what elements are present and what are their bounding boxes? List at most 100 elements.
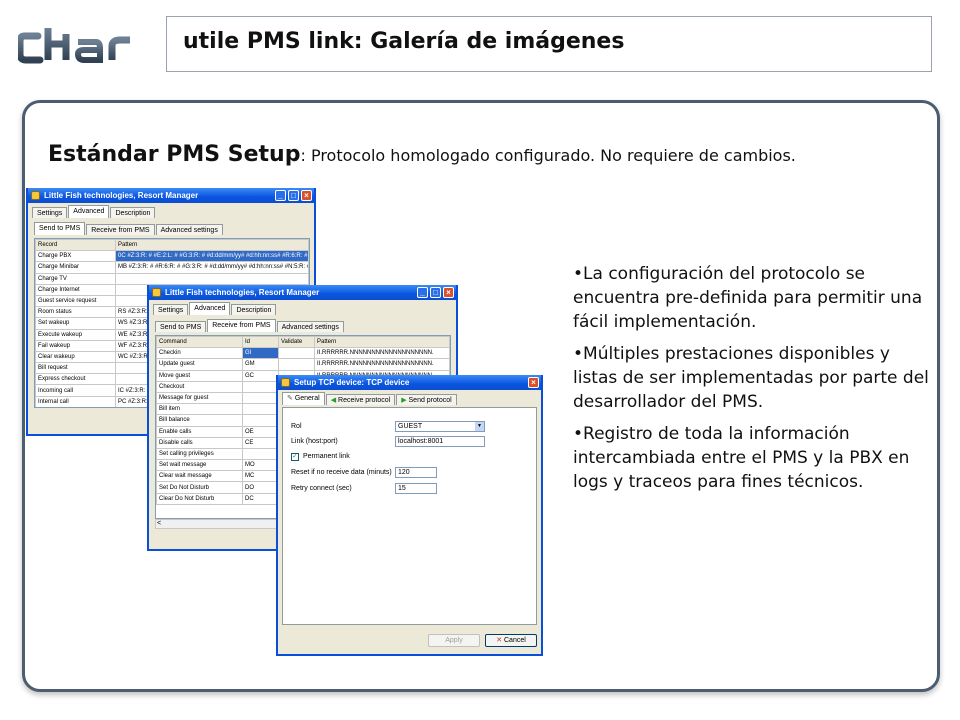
rol-value: GUEST bbox=[398, 423, 423, 430]
id-cell: OE bbox=[242, 425, 279, 438]
table-header: Command Id Validate Pattern bbox=[156, 336, 450, 349]
col-pattern[interactable]: Pattern bbox=[314, 336, 450, 349]
app-icon bbox=[31, 191, 40, 200]
cancel-button[interactable]: ✕ Cancel bbox=[485, 634, 537, 647]
permanent-link-label: Permanent link bbox=[303, 453, 350, 460]
reset-input[interactable]: 120 bbox=[395, 467, 437, 478]
pattern-cell: II.RRRRRR.NNNNNNNNNNNNNNNNNNN. bbox=[314, 347, 450, 360]
tab-advanced[interactable]: Advanced bbox=[189, 302, 231, 315]
bullet-item: •Registro de toda la información interca… bbox=[573, 424, 910, 492]
tab-send-to-pms[interactable]: Send to PMS bbox=[34, 222, 86, 235]
bullet-list: •La configuración del protocolo se encue… bbox=[573, 262, 929, 502]
close-icon[interactable]: × bbox=[301, 190, 312, 201]
record-cell: Charge TV bbox=[35, 272, 116, 285]
cancel-icon: ✕ bbox=[496, 637, 504, 644]
col-record[interactable]: Record bbox=[35, 239, 116, 252]
tab-general[interactable]: ✎ General bbox=[282, 392, 325, 405]
window-titlebar[interactable]: Setup TCP device: TCP device × bbox=[278, 375, 541, 390]
window-title: Setup TCP device: TCP device bbox=[294, 378, 410, 387]
tab-advanced-settings[interactable]: Advanced settings bbox=[276, 321, 344, 332]
table-row[interactable]: Charge PBX 0C #Z:3:R: # #E:2:L: # #G:3:R:… bbox=[35, 250, 309, 263]
col-validate[interactable]: Validate bbox=[278, 336, 315, 349]
window-titlebar[interactable]: Little Fish technologies, Resort Manager… bbox=[28, 188, 314, 203]
record-cell: Fail wakeup bbox=[35, 339, 116, 352]
table-row[interactable]: Update guest GM II.RRRRRR.NNNNNNNNNNNNNNNN… bbox=[156, 358, 450, 371]
table-row[interactable]: Checkin GI II.RRRRRR.NNNNNNNNNNNNNNNNNNN. bbox=[156, 347, 450, 360]
main-tabs: Settings Advanced Description bbox=[32, 205, 156, 220]
app-icon bbox=[281, 378, 290, 387]
command-cell: Clear wait message bbox=[156, 470, 243, 483]
tab-send-to-pms[interactable]: Send to PMS bbox=[155, 321, 207, 332]
tab-send-protocol[interactable]: ▶ Send protocol bbox=[396, 394, 457, 405]
window-title: Little Fish technologies, Resort Manager bbox=[165, 288, 320, 297]
command-cell: Bill item bbox=[156, 403, 243, 416]
record-cell: Express checkout bbox=[35, 373, 116, 386]
slide-title: utile PMS link: Galería de imágenes bbox=[183, 29, 625, 54]
rol-select[interactable]: GUEST ▼ bbox=[395, 421, 485, 432]
command-cell: Set calling privileges bbox=[156, 447, 243, 461]
id-cell bbox=[242, 380, 279, 393]
cancel-label: Cancel bbox=[504, 637, 526, 644]
minimize-icon[interactable]: _ bbox=[275, 190, 286, 201]
sub-tabs: Send to PMS Receive from PMS Advanced se… bbox=[155, 319, 345, 334]
col-command[interactable]: Command bbox=[156, 336, 243, 349]
pattern-cell: II.RRRRRR.NNNNNNNNNNNNNNNNNNN. bbox=[314, 358, 450, 371]
id-cell bbox=[242, 403, 279, 416]
sub-tabs: Send to PMS Receive from PMS Advanced se… bbox=[34, 222, 224, 237]
close-icon[interactable]: × bbox=[443, 287, 454, 298]
record-cell: Internal call bbox=[35, 395, 116, 407]
permanent-link-checkbox[interactable]: ✓ bbox=[291, 453, 299, 461]
record-cell: Set wakeup bbox=[35, 317, 116, 330]
tab-description[interactable]: Description bbox=[110, 207, 156, 218]
bullet-item: •Múltiples prestaciones disponibles y li… bbox=[573, 344, 929, 412]
id-cell bbox=[242, 414, 279, 427]
tab-settings[interactable]: Settings bbox=[153, 304, 189, 315]
command-cell: Disable calls bbox=[156, 436, 243, 449]
id-cell: CE bbox=[242, 436, 279, 449]
close-icon[interactable]: × bbox=[528, 377, 539, 388]
retry-input[interactable]: 15 bbox=[395, 483, 437, 494]
tab-receive-from-pms[interactable]: Receive from PMS bbox=[207, 319, 276, 332]
id-cell: DO bbox=[242, 481, 279, 494]
maximize-icon[interactable]: □ bbox=[288, 190, 299, 201]
command-cell: Message for guest bbox=[156, 391, 243, 405]
apply-button[interactable]: Apply bbox=[428, 634, 480, 647]
tab-advanced-settings[interactable]: Advanced settings bbox=[155, 224, 223, 235]
title-box: utile PMS link: Galería de imágenes bbox=[166, 16, 932, 72]
tab-settings[interactable]: Settings bbox=[32, 207, 68, 218]
tab-description[interactable]: Description bbox=[231, 304, 277, 315]
id-cell bbox=[242, 391, 279, 405]
pattern-cell bbox=[115, 272, 309, 285]
validate-cell bbox=[278, 358, 315, 371]
tab-receive-protocol[interactable]: ◀ Receive protocol bbox=[325, 394, 396, 405]
tab-advanced[interactable]: Advanced bbox=[68, 205, 110, 218]
record-cell: Incoming call bbox=[35, 384, 116, 397]
wrench-icon: ✎ bbox=[287, 395, 295, 402]
id-cell: GI bbox=[242, 347, 279, 360]
bullet-item: •La configuración del protocolo se encue… bbox=[573, 264, 923, 332]
tab-receive-from-pms[interactable]: Receive from PMS bbox=[86, 224, 155, 235]
scroll-left-icon[interactable]: < bbox=[157, 520, 161, 528]
id-cell: GM bbox=[242, 358, 279, 371]
record-cell: Clear wakeup bbox=[35, 350, 116, 364]
command-cell: Checkin bbox=[156, 347, 243, 360]
device-tabs: ✎ General ◀ Receive protocol ▶ Send prot… bbox=[282, 392, 458, 407]
id-cell: MC bbox=[242, 470, 279, 483]
chevron-down-icon[interactable]: ▼ bbox=[475, 422, 484, 431]
table-row[interactable]: Charge Minibar MB #Z:3:R: # #R:6:R: # #G:… bbox=[35, 261, 309, 274]
col-id[interactable]: Id bbox=[242, 336, 279, 349]
char-logo bbox=[18, 28, 130, 64]
window-titlebar[interactable]: Little Fish technologies, Resort Manager… bbox=[149, 285, 456, 300]
pattern-cell: MB #Z:3:R: # #R:6:R: # #G:3:R: # #d:dd/m… bbox=[115, 261, 309, 274]
window-title: Little Fish technologies, Resort Manager bbox=[44, 191, 199, 200]
link-input[interactable]: localhost:8001 bbox=[395, 436, 485, 447]
pattern-cell: 0C #Z:3:R: # #E:2:L: # #G:3:R: # #d:dd/m… bbox=[115, 250, 309, 263]
maximize-icon[interactable]: □ bbox=[430, 287, 441, 298]
main-tabs: Settings Advanced Description bbox=[153, 302, 277, 317]
minimize-icon[interactable]: _ bbox=[417, 287, 428, 298]
col-pattern[interactable]: Pattern bbox=[115, 239, 309, 252]
link-label: Link (host:port) bbox=[291, 438, 338, 445]
table-row[interactable]: Charge TV bbox=[35, 272, 309, 285]
window-setup-tcp-device: Setup TCP device: TCP device × ✎ General… bbox=[276, 375, 543, 656]
record-cell: Bill request bbox=[35, 362, 116, 375]
